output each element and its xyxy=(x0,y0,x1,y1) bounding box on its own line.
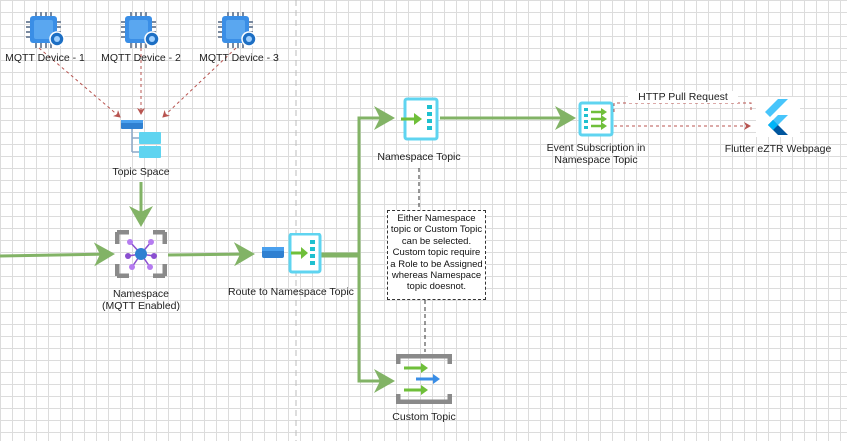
chip-icon[interactable] xyxy=(26,12,66,53)
device3-label: MQTT Device - 3 xyxy=(199,52,279,64)
custom-topic-label: Custom Topic xyxy=(392,411,456,423)
note-line: can be selected. xyxy=(401,235,472,247)
note-line: Custom topic require xyxy=(392,247,481,259)
topic-space-icon[interactable] xyxy=(120,118,164,167)
note-line: topic doesnot. xyxy=(406,281,467,293)
note-line: a Role to be Assigned xyxy=(390,258,483,270)
namespace-label: Namespace (MQTT Enabled) xyxy=(86,288,196,312)
event-grid-namespace-icon[interactable] xyxy=(114,229,168,283)
topic-route-icon[interactable] xyxy=(260,232,322,280)
namespace-label-line1: Namespace xyxy=(112,288,170,300)
edge-incoming-namespace[interactable] xyxy=(0,242,115,267)
custom-topic-icon[interactable] xyxy=(395,353,453,409)
flutter-logo-icon[interactable] xyxy=(756,97,800,142)
namespace-topic-label: Namespace Topic xyxy=(377,151,461,163)
namespace-topic-icon[interactable] xyxy=(399,97,439,146)
event-subscription-label: Event Subscription in Namespace Topic xyxy=(530,142,662,166)
edge-http-pull[interactable] xyxy=(613,102,752,112)
note-box[interactable]: Either Namespace topic or Custom Topic c… xyxy=(387,210,486,300)
note-line: topic or Custom Topic xyxy=(390,224,483,236)
event-subscription-icon[interactable] xyxy=(578,101,614,142)
flutter-label: Flutter eZTR Webpage xyxy=(724,143,832,155)
namespace-label-line2: (MQTT Enabled) xyxy=(102,300,180,312)
chip-icon[interactable] xyxy=(121,12,161,53)
edge-route-namespacetopic[interactable] xyxy=(321,106,395,256)
device1-label: MQTT Device - 1 xyxy=(5,52,85,64)
event-subscription-label-line2: Namespace Topic xyxy=(554,154,638,166)
note-line: Either Namespace xyxy=(397,213,476,224)
edge-route-customtopic[interactable] xyxy=(321,254,395,393)
http-pull-label: HTTP Pull Request xyxy=(628,91,738,103)
event-subscription-label-line1: Event Subscription in xyxy=(546,142,646,154)
edge-namespace-route[interactable] xyxy=(167,242,255,267)
device2-label: MQTT Device - 2 xyxy=(101,52,181,64)
route-label: Route to Namespace Topic xyxy=(228,286,354,298)
topic-space-label: Topic Space xyxy=(112,166,170,178)
note-line: whereas Namespace xyxy=(391,270,482,282)
chip-icon[interactable] xyxy=(218,12,258,53)
